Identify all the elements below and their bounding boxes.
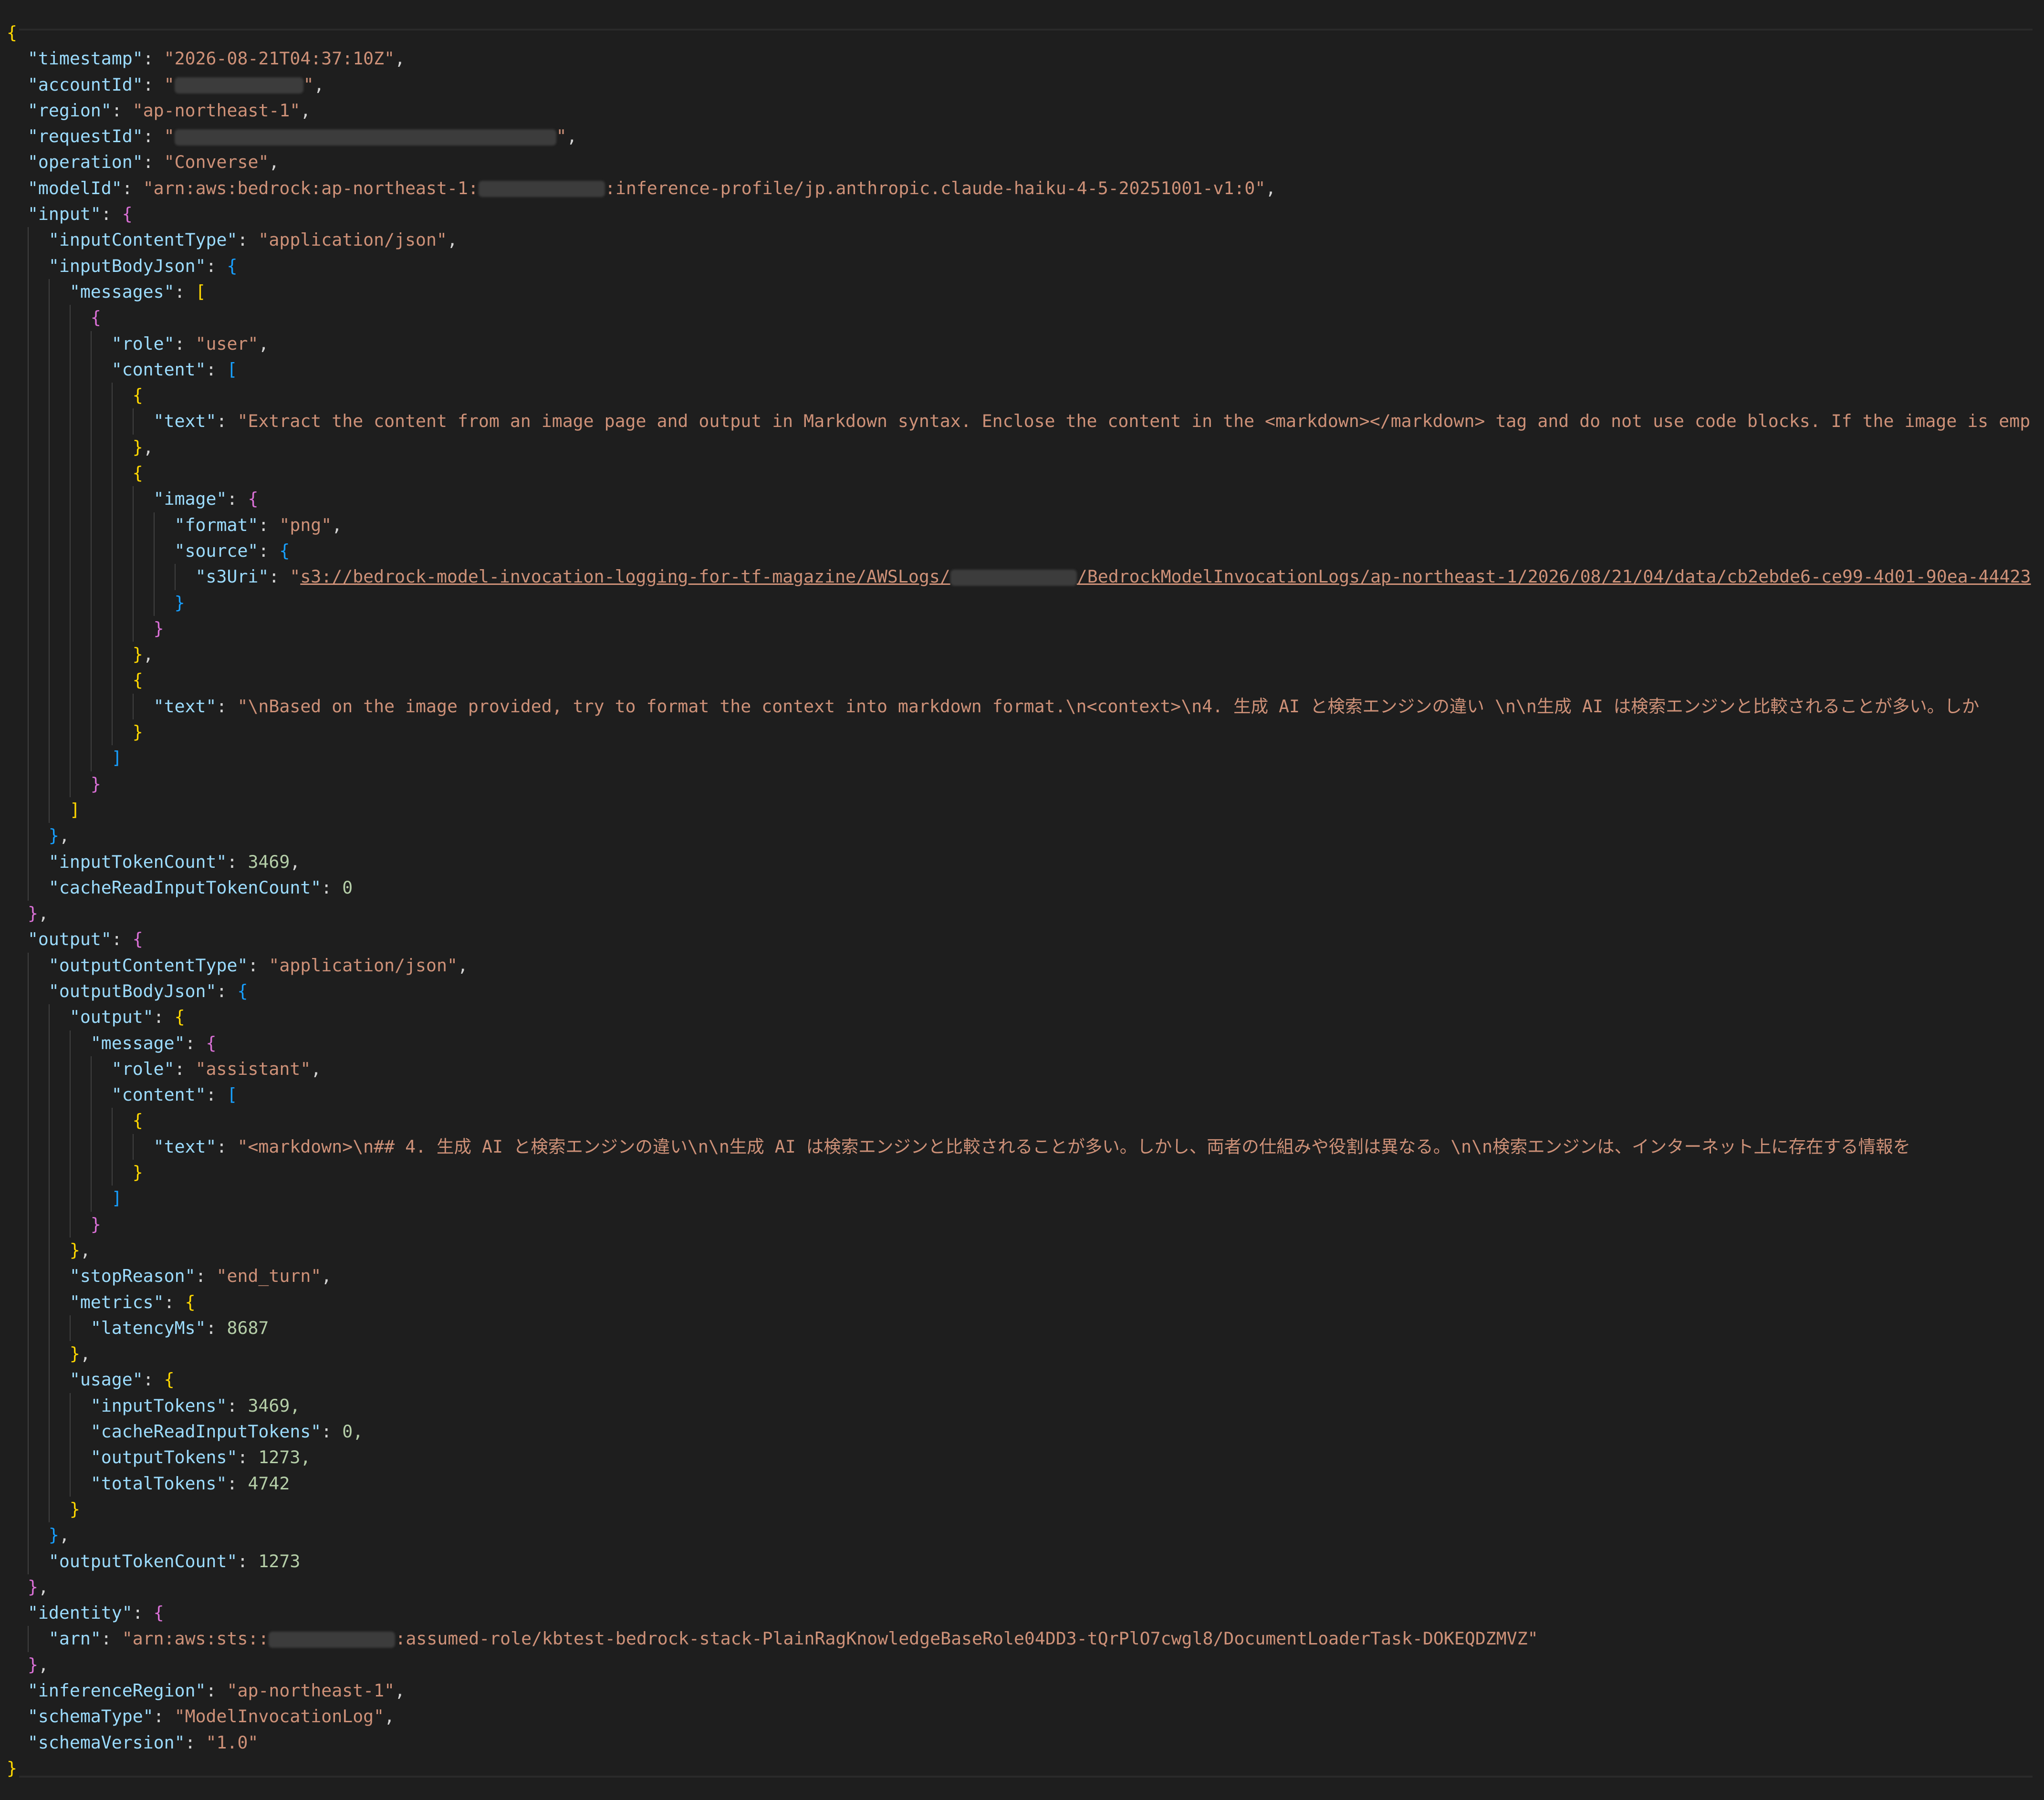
code-line: "outputTokenCount": 1273 bbox=[7, 1548, 2039, 1574]
code-line: "source": { bbox=[7, 538, 2039, 564]
code-line: "input": { bbox=[27, 204, 133, 225]
code-line: }, bbox=[27, 903, 49, 924]
code-line: "stopReason": "end_turn", bbox=[7, 1263, 2039, 1290]
code-line: "inputContentType": "application/json", bbox=[7, 227, 2039, 253]
code-line: "role": "user", bbox=[7, 331, 2039, 357]
code-line: } bbox=[7, 771, 2039, 797]
code-line: "timestamp": "2026-08-21T04:37:10Z", bbox=[27, 48, 406, 69]
code-line: { bbox=[7, 460, 2039, 487]
code-line: } bbox=[7, 615, 2039, 642]
code-line: }, bbox=[7, 642, 2039, 668]
code-line: }, bbox=[7, 1237, 2039, 1264]
code-line: "output": { bbox=[27, 929, 143, 950]
code-line: "schemaType": "ModelInvocationLog", bbox=[27, 1706, 395, 1727]
code-line: }, bbox=[7, 1341, 2039, 1367]
code-line: "message": { bbox=[7, 1030, 2039, 1056]
code-line: "format": "png", bbox=[7, 512, 2039, 538]
code-line: ] bbox=[7, 1186, 2039, 1212]
redacted-model-account bbox=[478, 181, 605, 198]
code-line: "text": "Extract the content from an ima… bbox=[7, 408, 2039, 435]
code-line: "latencyMs": 8687 bbox=[7, 1315, 2039, 1342]
code-line: "text": "<markdown>\n## 4. 生成 AI と検索エンジン… bbox=[7, 1134, 2039, 1160]
code-line: "cacheReadInputTokenCount": 0 bbox=[7, 874, 2039, 901]
code-line: "totalTokens": 4742 bbox=[7, 1470, 2039, 1497]
redacted-identity-account bbox=[269, 1631, 396, 1648]
code-line: "modelId": "arn:aws:bedrock:ap-northeast… bbox=[27, 177, 1276, 198]
code-line: "content": [ bbox=[7, 1082, 2039, 1108]
code-line: }, bbox=[27, 1576, 49, 1597]
code-line: "inputTokens": 3469, bbox=[7, 1393, 2039, 1419]
editor-tab-strip bbox=[0, 0, 2044, 10]
code-line: "role": "assistant", bbox=[7, 1056, 2039, 1082]
code-line: "usage": { bbox=[7, 1367, 2039, 1393]
code-line: { bbox=[7, 305, 2039, 331]
code-line: }, bbox=[27, 1654, 49, 1675]
code-line: "messages": [ bbox=[7, 279, 2039, 305]
code-line: "region": "ap-northeast-1", bbox=[27, 100, 311, 121]
code-line: "s3Uri": "s3://bedrock-model-invocation-… bbox=[7, 564, 2039, 590]
redacted-request-id bbox=[174, 129, 556, 146]
code-line: } bbox=[7, 1211, 2039, 1238]
code-line: "outputTokens": 1273, bbox=[7, 1445, 2039, 1471]
code-line: }, bbox=[7, 1522, 2039, 1549]
code-line: } bbox=[7, 590, 2039, 616]
code-editor[interactable]: { "timestamp": "2026-08-21T04:37:10Z", "… bbox=[0, 0, 2044, 1800]
code-line: "text": "\nBased on the image provided, … bbox=[7, 693, 2039, 720]
code-line: "accountId": " ", bbox=[27, 74, 324, 95]
code-line: }, bbox=[7, 434, 2039, 461]
code-line: "outputContentType": "application/json", bbox=[7, 952, 2039, 978]
code-line: "schemaVersion": "1.0" bbox=[27, 1732, 259, 1753]
code-line: { bbox=[7, 667, 2039, 694]
code-line: } bbox=[7, 719, 2039, 746]
code-line: "output": { bbox=[7, 1004, 2039, 1030]
code-line: ] bbox=[7, 797, 2039, 823]
code-line: "inputBodyJson": { bbox=[7, 253, 2039, 279]
redacted-s3-account bbox=[950, 569, 1077, 586]
code-line: { bbox=[7, 1108, 2039, 1134]
code-line: "content": [ bbox=[7, 356, 2039, 383]
redacted-account-id bbox=[174, 77, 303, 94]
code-line: "inputTokenCount": 3469, bbox=[7, 849, 2039, 875]
code-line: { bbox=[7, 22, 17, 43]
code-line: } bbox=[7, 1496, 2039, 1523]
code-line: }, bbox=[7, 823, 2039, 849]
code-line: "image": { bbox=[7, 486, 2039, 512]
code-line: "requestId": " ", bbox=[27, 126, 577, 147]
code-line: "outputBodyJson": { bbox=[7, 978, 2039, 1005]
code-line: "cacheReadInputTokens": 0, bbox=[7, 1419, 2039, 1445]
code-line: "operation": "Converse", bbox=[27, 152, 280, 173]
code-line: ] bbox=[7, 745, 2039, 771]
code-line: "arn": "arn:aws:sts:::assumed-role/kbtes… bbox=[7, 1626, 2039, 1652]
json-document[interactable]: { "timestamp": "2026-08-21T04:37:10Z", "… bbox=[7, 20, 2039, 1780]
code-line: "identity": { bbox=[27, 1602, 164, 1623]
editor-bottom-rule bbox=[19, 1776, 2033, 1778]
code-line: "inferenceRegion": "ap-northeast-1", bbox=[27, 1680, 406, 1701]
code-line: { bbox=[7, 383, 2039, 409]
s3-uri-link[interactable]: s3://bedrock-model-invocation-logging-fo… bbox=[300, 566, 2031, 587]
code-line: "metrics": { bbox=[7, 1289, 2039, 1315]
code-line: } bbox=[7, 1160, 2039, 1186]
